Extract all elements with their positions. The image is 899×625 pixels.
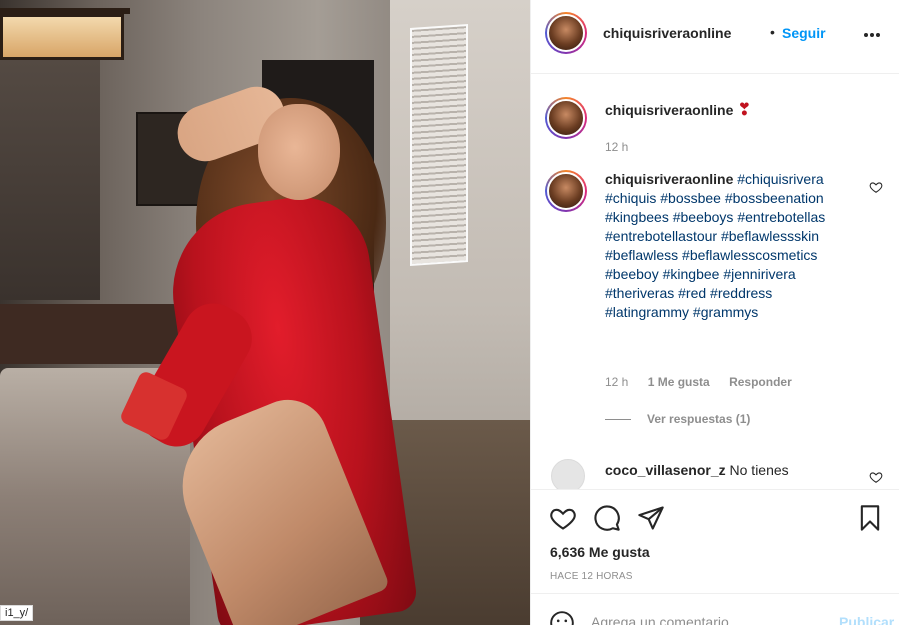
comment-likes[interactable]: 1 Me gusta [648,375,710,389]
add-comment-bar: Publicar [531,593,899,625]
caption-heart-emoji: ❣ [737,100,752,119]
photo-shelf [0,60,100,300]
photo-lamp [0,14,124,60]
share-paper-plane-icon[interactable] [637,504,665,532]
comment-meta: 12 h 1 Me gusta Responder [605,375,808,389]
caption-text: chiquisriveraonline ❣ [605,100,850,120]
comment-item: chiquisriveraonline #chiquisrivera #chiq… [545,170,885,450]
more-options-icon[interactable] [863,24,883,40]
post-header: chiquisriveraonline • Seguir [531,0,899,74]
comment-like-heart-icon[interactable] [869,470,883,484]
comment-time[interactable]: 12 h [605,375,628,389]
caption-username[interactable]: chiquisriveraonline [605,102,733,118]
publish-button[interactable]: Publicar [839,614,894,625]
caption-time[interactable]: 12 h [605,140,628,154]
comment-text: chiquisriveraonline #chiquisrivera #chiq… [605,170,850,322]
post-actions: 6,636 Me gusta HACE 12 HORAS [531,489,899,593]
view-replies-button[interactable]: Ver respuestas (1) [605,412,750,426]
comment-hashtags[interactable]: #chiquisrivera #chiquis #bossbee #bossbe… [605,171,825,320]
comments-list[interactable]: chiquisriveraonline ❣ 12 h chiquisrivera… [531,75,899,489]
follow-button[interactable]: Seguir [782,25,826,41]
caption-meta: 12 h [605,140,644,154]
photo-corner-tag: i1_y/ [0,605,34,621]
comment-reply-button[interactable]: Responder [729,375,792,389]
comment-text: coco_villasenor_z No tienes [605,461,850,480]
comment-bubble-icon[interactable] [593,504,621,532]
post-caption: chiquisriveraonline ❣ 12 h [545,97,885,167]
comment-avatar[interactable] [545,170,587,212]
photo-art-right [410,23,468,267]
photo-figure-face [258,104,340,200]
post-timestamp[interactable]: HACE 12 HORAS [550,571,633,582]
save-bookmark-icon[interactable] [856,504,884,532]
add-comment-input[interactable] [591,611,821,625]
comment-like-heart-icon[interactable] [869,180,883,194]
post-photo[interactable]: i1_y/ [0,0,530,625]
likes-count[interactable]: 6,636 Me gusta [550,544,650,560]
view-replies-label: Ver respuestas (1) [647,412,751,426]
header-separator: • [770,24,775,40]
view-replies-line [605,419,631,421]
like-heart-icon[interactable] [549,504,577,532]
author-avatar[interactable] [545,12,587,54]
post-side-panel: chiquisriveraonline • Seguir chiquisrive… [530,0,899,625]
comment-item: coco_villasenor_z No tienes [545,459,885,489]
author-username[interactable]: chiquisriveraonline [603,25,731,41]
caption-avatar[interactable] [545,97,587,139]
comment-username[interactable]: chiquisriveraonline [605,171,733,187]
emoji-icon[interactable] [549,610,575,625]
comment-username[interactable]: coco_villasenor_z [605,462,726,478]
comment-body: No tienes [729,462,789,478]
comment-avatar[interactable] [551,459,585,489]
